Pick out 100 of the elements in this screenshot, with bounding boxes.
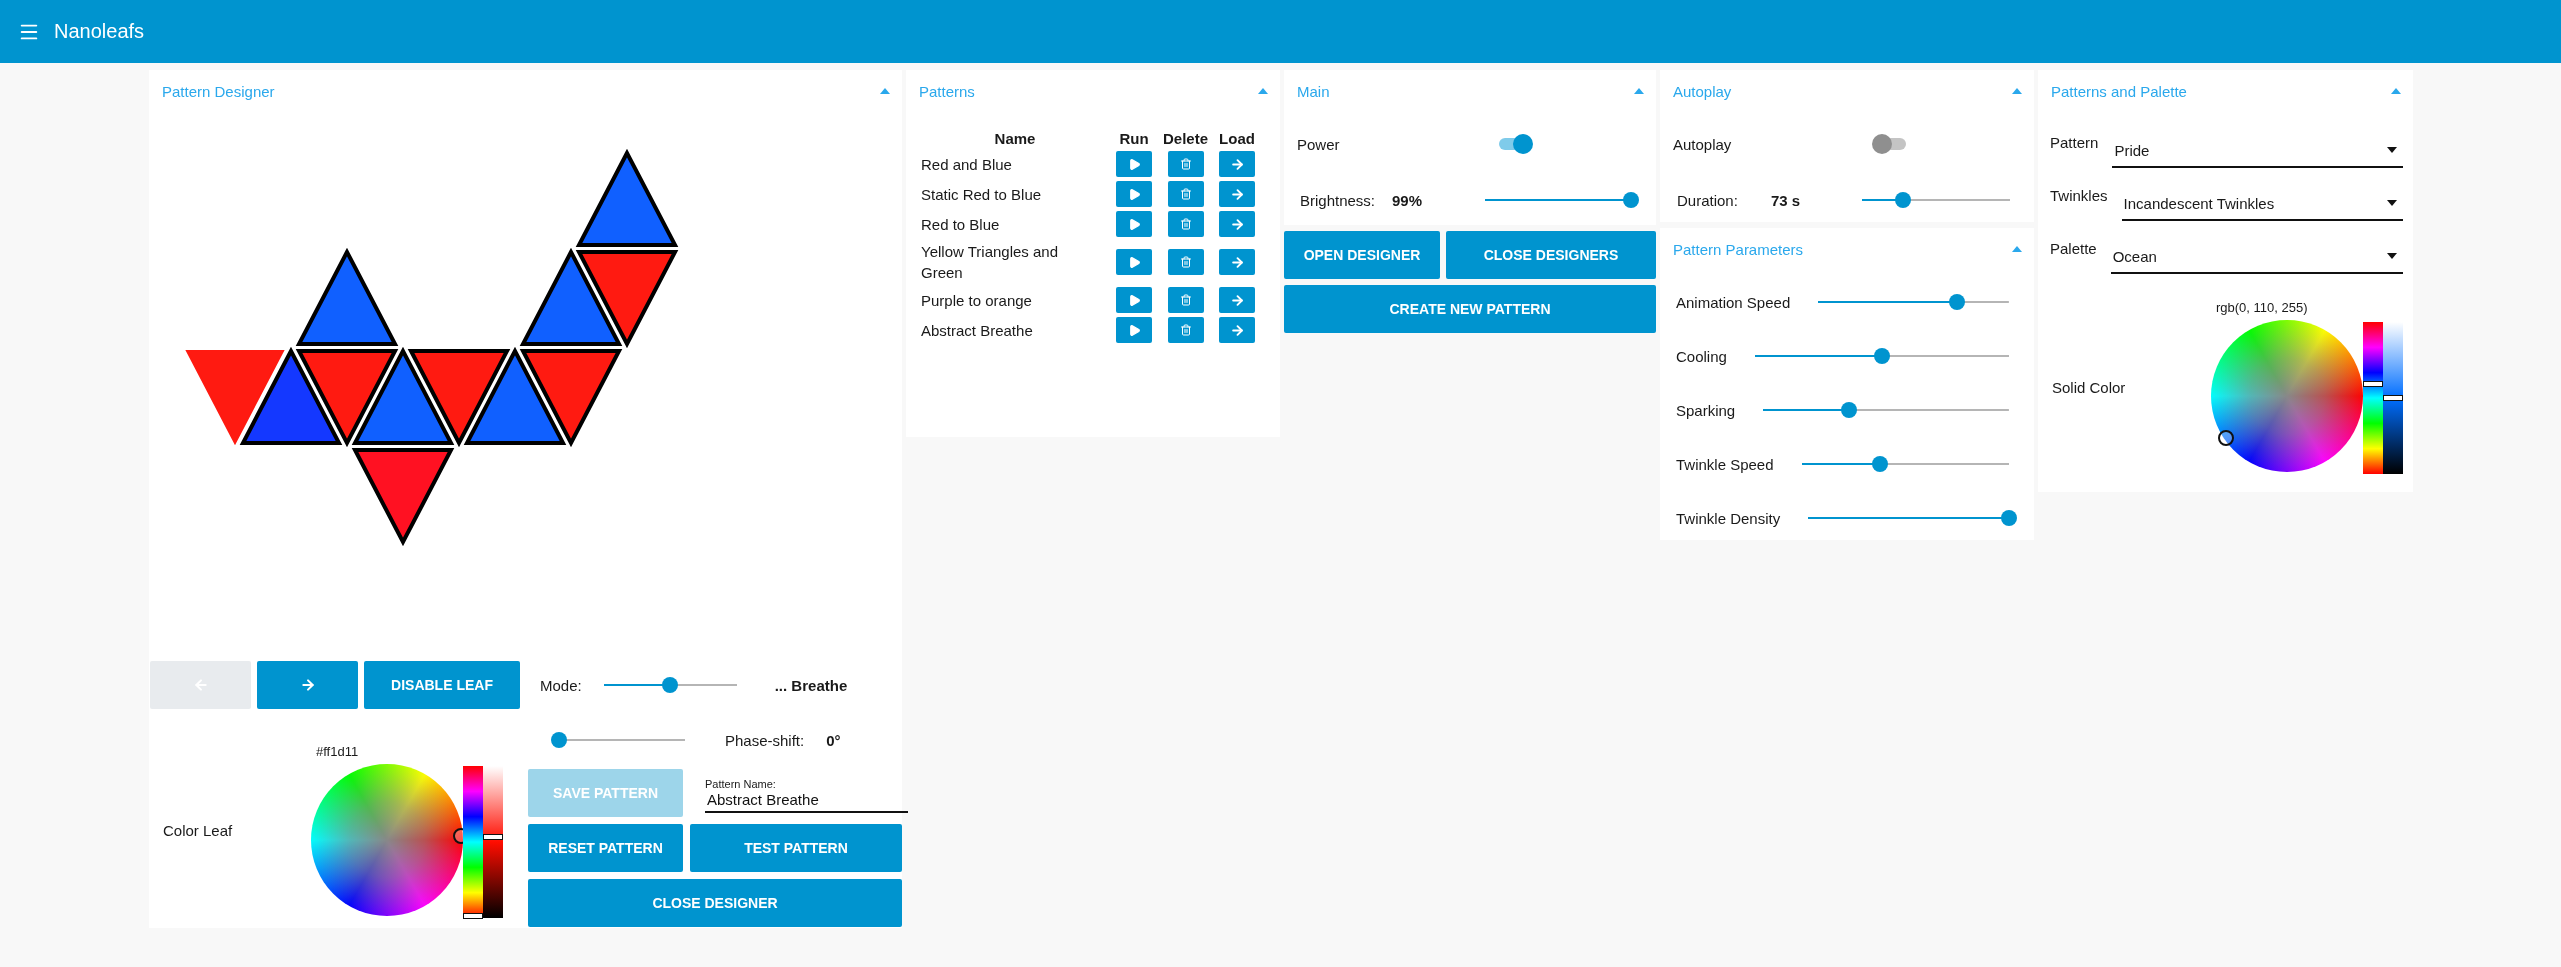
slider-thumb[interactable] [1873, 348, 1890, 364]
parameter-label: Twinkle Speed [1676, 455, 1774, 473]
triangle-leaf[interactable] [295, 247, 399, 346]
delete-button[interactable] [1167, 151, 1204, 177]
hue-slider[interactable] [2363, 322, 2383, 474]
trash-icon [1179, 294, 1192, 306]
app-title: Nanoleafs [54, 20, 145, 43]
caret-down-icon [2387, 253, 2397, 259]
slider-thumb[interactable] [1841, 402, 1858, 418]
load-button[interactable] [1219, 181, 1255, 207]
run-button[interactable] [1116, 287, 1152, 313]
triangle-leaf[interactable] [351, 346, 455, 445]
solid-color-label: Solid Color [2052, 378, 2126, 396]
slider-thumb[interactable] [662, 677, 679, 693]
arrow-right-icon [1229, 292, 1245, 308]
dropdown-select[interactable]: Ocean [2110, 240, 2403, 274]
panel-title: Patterns [919, 82, 975, 100]
run-button[interactable] [1116, 317, 1152, 343]
create-pattern-button[interactable]: CREATE NEW PATTERN [1284, 285, 1656, 333]
hue-slider-handle[interactable] [463, 912, 483, 919]
slider-thumb[interactable] [2001, 510, 2017, 526]
column-header: Name [993, 130, 1037, 147]
slider-thumb[interactable] [1622, 192, 1639, 208]
slider-thumb[interactable] [1895, 192, 1912, 208]
dropdown-select[interactable]: Pride [2112, 134, 2403, 168]
load-button[interactable] [1219, 317, 1255, 343]
color-value: rgb(0, 110, 255) [2215, 300, 2309, 315]
run-button[interactable] [1116, 151, 1152, 177]
slider-thumb[interactable] [1872, 456, 1889, 472]
collapse-caret-icon[interactable] [1634, 88, 1644, 94]
parameter-label: Twinkle Density [1676, 509, 1781, 527]
panel-title: Patterns and Palette [2051, 82, 2187, 100]
play-icon [1127, 157, 1141, 171]
load-button[interactable] [1219, 249, 1255, 275]
close-designer-button[interactable]: CLOSE DESIGNER [528, 879, 902, 927]
panel-title: Autoplay [1673, 82, 1732, 100]
slider-thumb[interactable] [550, 732, 567, 748]
arrow-right-icon [1229, 254, 1245, 270]
test-pattern-button[interactable]: TEST PATTERN [690, 824, 902, 872]
pattern-name: Red and Blue [921, 154, 1013, 175]
phase-shift-value: 0° [826, 731, 841, 749]
field-label: Pattern Name: [705, 778, 777, 790]
run-button[interactable] [1116, 181, 1152, 207]
lightness-slider[interactable] [483, 765, 503, 918]
open-designer-button[interactable]: OPEN DESIGNER [1284, 231, 1440, 279]
trash-icon [1179, 324, 1192, 336]
pattern-name: Red to Blue [921, 214, 1001, 235]
collapse-caret-icon[interactable] [2012, 246, 2022, 252]
delete-button[interactable] [1167, 249, 1204, 275]
triangle-leaf[interactable] [185, 350, 285, 446]
pattern-name: Yellow Triangles and Green [921, 242, 1060, 283]
play-icon [1127, 187, 1141, 201]
pattern-name: Purple to orange [921, 290, 1033, 311]
select-label: Palette [2050, 240, 2097, 259]
power-switch[interactable] [1497, 134, 1533, 154]
delete-button[interactable] [1167, 317, 1204, 343]
disable-leaf-button[interactable]: DISABLE LEAF [364, 661, 520, 709]
autoplay-switch[interactable] [1872, 134, 1908, 154]
slider-thumb[interactable] [1949, 294, 1966, 310]
column-header: Run [1118, 130, 1150, 147]
collapse-caret-icon[interactable] [880, 88, 890, 94]
reset-pattern-button[interactable]: RESET PATTERN [528, 824, 683, 872]
close-designers-button[interactable]: CLOSE DESIGNERS [1446, 231, 1656, 279]
triangle-leaf[interactable] [575, 148, 679, 247]
column-header: Delete [1162, 130, 1209, 147]
pattern-name-field[interactable]: Abstract Breathe [705, 790, 908, 813]
dropdown-select[interactable]: Incandescent Twinkles [2121, 187, 2403, 221]
parameter-label: Cooling [1676, 347, 1727, 365]
triangle-leaf[interactable] [463, 346, 567, 445]
lightness-slider-handle[interactable] [2383, 395, 2403, 401]
collapse-caret-icon[interactable] [1258, 88, 1268, 94]
delete-button[interactable] [1167, 287, 1204, 313]
triangle-leaf[interactable] [407, 349, 511, 448]
hue-slider[interactable] [463, 765, 483, 918]
triangle-leaf[interactable] [295, 349, 399, 448]
triangle-leaf[interactable] [239, 346, 343, 445]
triangle-leaf[interactable] [519, 349, 623, 448]
arrow-right-icon [299, 677, 316, 693]
hue-slider-handle[interactable] [2363, 381, 2383, 388]
load-button[interactable] [1219, 287, 1255, 313]
panel-title: Main [1297, 82, 1330, 100]
delete-button[interactable] [1167, 211, 1204, 237]
brightness-label: Brightness: [1300, 191, 1376, 209]
load-button[interactable] [1219, 151, 1255, 177]
caret-down-icon [2387, 147, 2397, 153]
panel-title: Pattern Parameters [1673, 240, 1804, 258]
mode-value: ... Breathe [774, 676, 848, 694]
load-button[interactable] [1219, 211, 1255, 237]
run-button[interactable] [1116, 211, 1152, 237]
triangle-leaf[interactable] [575, 250, 679, 349]
collapse-caret-icon[interactable] [2391, 88, 2401, 94]
select-label: Twinkles [2050, 187, 2108, 206]
delete-button[interactable] [1167, 181, 1204, 207]
collapse-caret-icon[interactable] [2012, 88, 2022, 94]
run-button[interactable] [1116, 249, 1152, 275]
phase-shift-label: Phase-shift: [725, 731, 805, 749]
lightness-slider[interactable] [2383, 322, 2403, 474]
triangle-leaf[interactable] [351, 448, 455, 547]
lightness-slider-handle[interactable] [483, 833, 503, 840]
triangle-leaf[interactable] [519, 247, 623, 346]
